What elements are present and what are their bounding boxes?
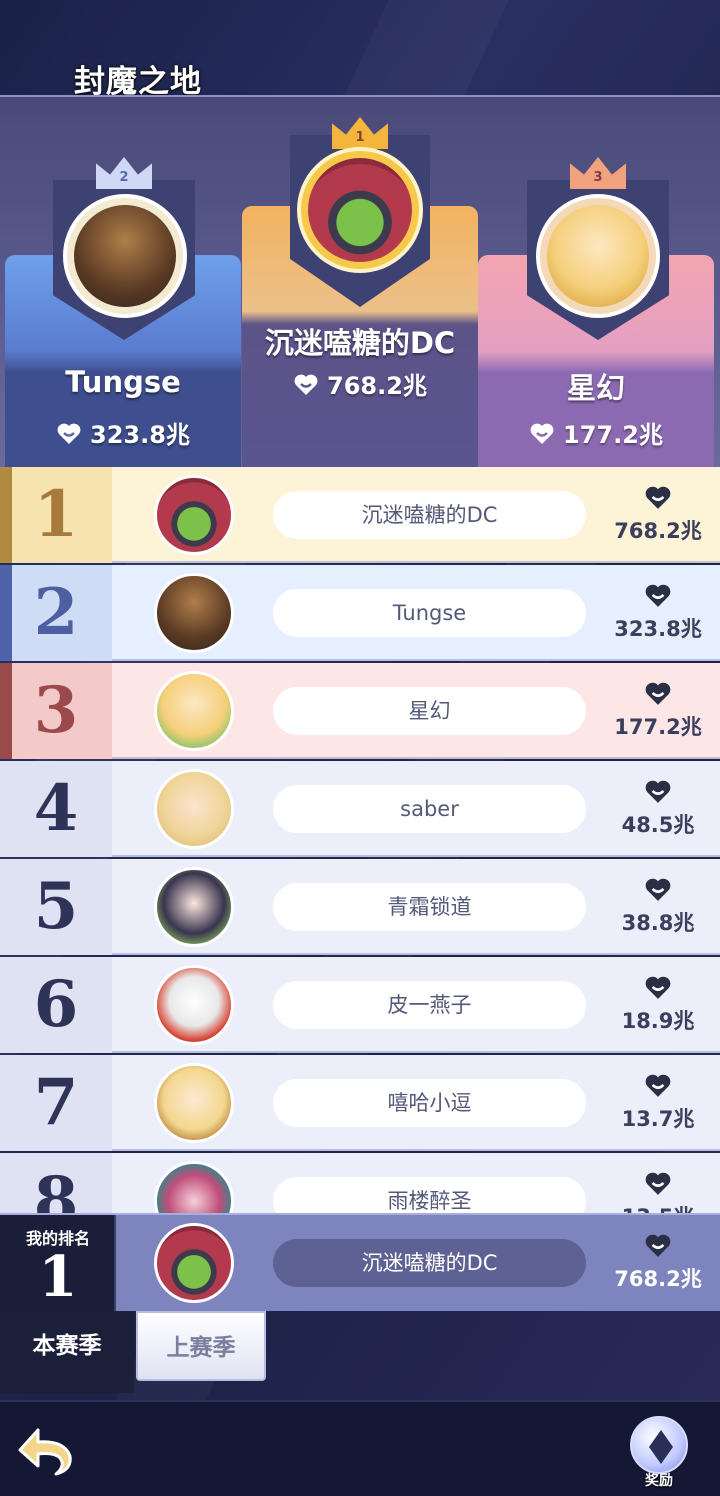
avatar[interactable] <box>154 573 234 653</box>
table-row[interactable]: 5 青霜锁道 38.8兆 <box>0 859 720 955</box>
podium-second-name: Tungse <box>65 365 181 399</box>
rank-number: 6 <box>0 957 112 1053</box>
tab-previous-season[interactable]: 上赛季 <box>136 1311 266 1381</box>
player-score-value: 177.2兆 <box>614 715 702 739</box>
player-name: 嘻哈小逗 <box>273 1079 586 1127</box>
heart-icon <box>645 682 671 705</box>
avatar <box>73 204 177 308</box>
ranking-list[interactable]: 1 沉迷嗑糖的DC 768.2兆 2 Tungse 323.8兆 3 星幻 17… <box>0 467 720 1213</box>
rank-marker <box>0 467 12 563</box>
my-rank-number: 1 <box>38 1244 78 1310</box>
player-name: 星幻 <box>273 687 586 735</box>
avatar <box>546 204 650 308</box>
podium-third-name: 星幻 <box>566 371 625 405</box>
rank-number: 3 <box>0 663 112 759</box>
player-name: Tungse <box>273 589 586 637</box>
player-name: 皮一燕子 <box>273 981 586 1029</box>
player-name: saber <box>273 785 586 833</box>
player-score: 48.5兆 <box>602 779 714 839</box>
table-row[interactable]: 6 皮一燕子 18.9兆 <box>0 957 720 1053</box>
heart-icon <box>645 1074 671 1097</box>
rank-number: 1 <box>0 467 112 563</box>
bottom-bar <box>0 1400 720 1496</box>
podium-first-score-value: 768.2兆 <box>327 372 427 400</box>
rank-badge-3: 3 <box>570 157 626 189</box>
my-score-value: 768.2兆 <box>614 1267 702 1291</box>
my-name: 沉迷嗑糖的DC <box>273 1239 586 1287</box>
player-score: 38.8兆 <box>602 877 714 937</box>
heart-icon <box>645 1172 671 1195</box>
avatar[interactable] <box>154 965 234 1045</box>
player-score-value: 13.5兆 <box>622 1205 695 1213</box>
avatar[interactable] <box>154 1063 234 1143</box>
back-arrow-icon <box>18 1428 72 1476</box>
heart-icon <box>530 423 554 444</box>
player-score: 177.2兆 <box>602 681 714 741</box>
tab-strip <box>0 1381 134 1393</box>
heart-icon <box>645 486 671 509</box>
avatar[interactable] <box>154 1223 234 1303</box>
heart-icon <box>645 976 671 999</box>
rank-badge-2: 2 <box>96 157 152 189</box>
player-score: 18.9兆 <box>602 975 714 1035</box>
podium-first-score: 768.2兆 <box>242 366 478 401</box>
heart-icon <box>645 1234 671 1257</box>
table-row[interactable]: 3 星幻 177.2兆 <box>0 663 720 759</box>
reward-icon <box>630 1416 688 1474</box>
player-score-value: 323.8兆 <box>614 617 702 641</box>
table-row[interactable]: 1 沉迷嗑糖的DC 768.2兆 <box>0 467 720 563</box>
player-score-value: 38.8兆 <box>621 911 695 935</box>
my-rank-box: 我的排名 1 <box>0 1215 116 1311</box>
rank-marker <box>0 565 12 661</box>
podium-third-avatar[interactable] <box>536 194 660 318</box>
podium-third-score: 177.2兆 <box>478 415 714 450</box>
table-row[interactable]: 7 嘻哈小逗 13.7兆 <box>0 1055 720 1151</box>
heart-icon <box>57 423 81 444</box>
podium-second-score-value: 323.8兆 <box>90 421 190 449</box>
podium-second-score: 323.8兆 <box>5 415 241 450</box>
my-score: 768.2兆 <box>602 1233 714 1293</box>
player-name: 雨楼醉圣 <box>273 1177 586 1213</box>
heart-icon <box>645 780 671 803</box>
reward-label: 奖励 <box>645 1473 673 1489</box>
player-score: 13.7兆 <box>602 1073 714 1133</box>
podium-third-score-value: 177.2兆 <box>563 421 663 449</box>
avatar[interactable] <box>154 475 234 555</box>
heart-icon <box>294 374 318 395</box>
rank-number: 4 <box>0 761 112 857</box>
podium-first-avatar[interactable] <box>297 147 423 273</box>
player-score-value: 13.7兆 <box>621 1107 695 1131</box>
rank-number: 5 <box>0 859 112 955</box>
player-score: 323.8兆 <box>602 583 714 643</box>
tab-current-season[interactable]: 本赛季 <box>0 1311 134 1381</box>
player-name: 青霜锁道 <box>273 883 586 931</box>
table-row[interactable]: 8 雨楼醉圣 13.5兆 <box>0 1153 720 1213</box>
rank-marker <box>0 663 12 759</box>
podium: Tungse 323.8兆 2 沉迷嗑糖的DC 768.2兆 1 星幻 177.… <box>0 95 720 467</box>
heart-icon <box>645 584 671 607</box>
podium-first-name: 沉迷嗑糖的DC <box>264 326 456 360</box>
avatar[interactable] <box>154 671 234 751</box>
rank-number: 8 <box>0 1153 112 1213</box>
avatar[interactable] <box>154 1161 234 1213</box>
avatar[interactable] <box>154 867 234 947</box>
rank-badge-1: 1 <box>332 117 388 149</box>
table-row[interactable]: 2 Tungse 323.8兆 <box>0 565 720 661</box>
rank-number: 2 <box>0 565 112 661</box>
rank-number: 7 <box>0 1055 112 1151</box>
back-button[interactable] <box>14 1416 80 1480</box>
my-rank-bar: 我的排名 1 沉迷嗑糖的DC 768.2兆 <box>0 1213 720 1311</box>
player-score-value: 18.9兆 <box>621 1009 695 1033</box>
player-score-value: 768.2兆 <box>614 519 702 543</box>
reward-button[interactable]: 奖励 <box>626 1416 692 1489</box>
player-score-value: 48.5兆 <box>621 813 695 837</box>
table-row[interactable]: 4 saber 48.5兆 <box>0 761 720 857</box>
heart-icon <box>645 878 671 901</box>
player-name: 沉迷嗑糖的DC <box>273 491 586 539</box>
avatar[interactable] <box>154 769 234 849</box>
player-score: 768.2兆 <box>602 485 714 545</box>
player-score: 13.5兆 <box>602 1171 714 1213</box>
podium-second-avatar[interactable] <box>63 194 187 318</box>
avatar <box>308 158 412 262</box>
